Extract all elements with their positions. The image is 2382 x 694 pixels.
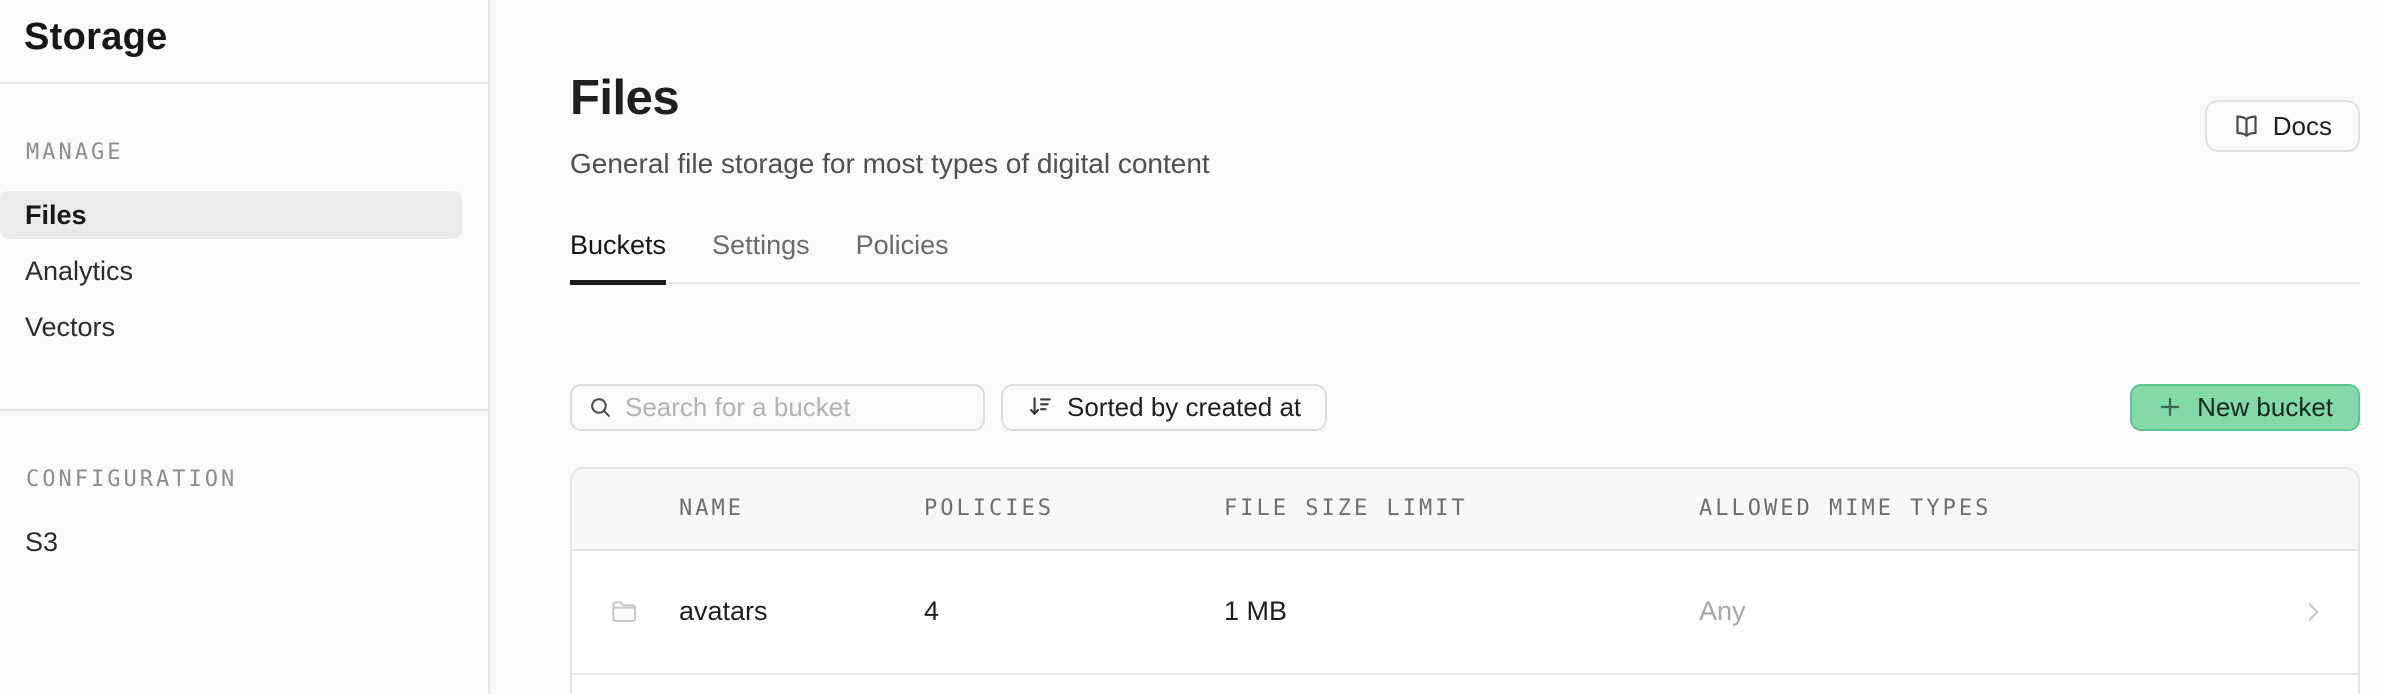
folder-icon: [572, 597, 679, 626]
bucket-search[interactable]: [570, 384, 985, 431]
search-input[interactable]: [625, 392, 967, 423]
sidebar-item-analytics[interactable]: Analytics: [0, 247, 462, 295]
buckets-table: NAME POLICIES FILE SIZE LIMIT ALLOWED MI…: [570, 467, 2360, 694]
sidebar-configuration-list: S3: [0, 518, 488, 566]
divider: [0, 409, 488, 411]
sort-button-label: Sorted by created at: [1067, 392, 1301, 423]
column-header-file-size-limit: FILE SIZE LIMIT: [1224, 496, 1699, 521]
storage-sidebar: Storage MANAGE Files Analytics Vectors C…: [0, 0, 490, 694]
page-subtitle: General file storage for most types of d…: [570, 148, 1210, 180]
divider: [0, 82, 488, 84]
search-icon: [588, 395, 613, 420]
buckets-toolbar: Sorted by created at New bucket: [570, 384, 2360, 431]
sidebar-item-label: S3: [25, 527, 58, 558]
page-title: Files: [570, 72, 1210, 126]
new-bucket-button-label: New bucket: [2197, 392, 2333, 423]
cell-file-size-limit: 1 MB: [1224, 596, 1699, 627]
table-row[interactable]: avatars 4 1 MB Any: [572, 551, 2358, 675]
table-header-row: NAME POLICIES FILE SIZE LIMIT ALLOWED MI…: [572, 469, 2358, 551]
sidebar-item-label: Files: [25, 200, 87, 231]
sidebar-item-s3[interactable]: S3: [0, 518, 462, 566]
new-bucket-button[interactable]: New bucket: [2130, 384, 2360, 431]
sidebar-manage-list: Files Analytics Vectors: [0, 191, 488, 351]
column-header-name: NAME: [679, 496, 924, 521]
sidebar-item-files[interactable]: Files: [0, 191, 462, 239]
cell-bucket-name: avatars: [679, 596, 924, 627]
tab-bar: Buckets Settings Policies: [570, 230, 2360, 284]
sidebar-item-label: Analytics: [25, 256, 133, 287]
book-open-icon: [2233, 113, 2260, 140]
table-row-partial: [572, 675, 2358, 694]
tab-settings[interactable]: Settings: [712, 230, 810, 285]
main-content: Files General file storage for most type…: [490, 0, 2382, 694]
column-header-policies: POLICIES: [924, 496, 1224, 521]
cell-policies: 4: [924, 596, 1224, 627]
column-header-allowed-mime-types: ALLOWED MIME TYPES: [1699, 496, 2268, 521]
sidebar-item-label: Vectors: [25, 312, 115, 343]
sidebar-title: Storage: [0, 0, 488, 82]
sidebar-section-manage-label: MANAGE: [0, 140, 488, 165]
chevron-right-icon: [2300, 599, 2326, 625]
sidebar-item-vectors[interactable]: Vectors: [0, 303, 462, 351]
docs-button-label: Docs: [2273, 111, 2332, 142]
page-header-text: Files General file storage for most type…: [570, 72, 1210, 180]
sidebar-section-configuration-label: CONFIGURATION: [0, 467, 488, 492]
tab-buckets[interactable]: Buckets: [570, 230, 666, 285]
sort-button[interactable]: Sorted by created at: [1001, 384, 1327, 431]
docs-button[interactable]: Docs: [2205, 100, 2360, 152]
plus-icon: [2157, 394, 2183, 420]
sort-descending-icon: [1027, 394, 1053, 420]
tab-policies[interactable]: Policies: [856, 230, 949, 285]
cell-allowed-mime-types: Any: [1699, 596, 2268, 627]
page-header: Files General file storage for most type…: [570, 72, 2360, 180]
